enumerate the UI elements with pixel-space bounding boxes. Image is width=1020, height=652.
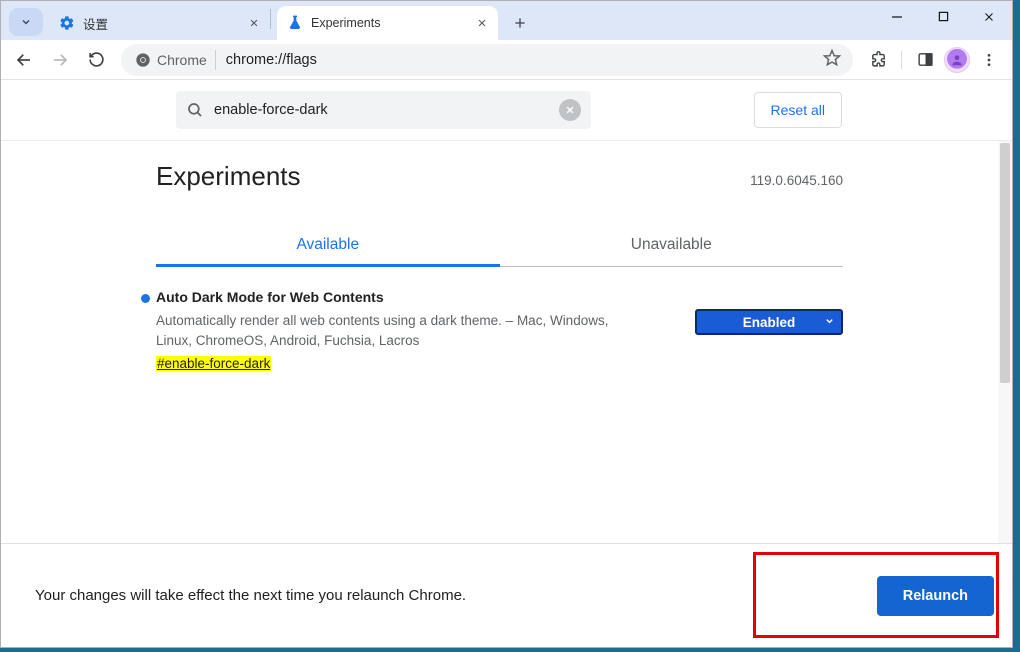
toolbar-right <box>861 44 1006 76</box>
reload-button[interactable] <box>79 44 113 76</box>
reset-all-label: Reset all <box>771 102 825 118</box>
close-icon <box>983 11 995 23</box>
tab-search-button[interactable] <box>9 8 43 36</box>
relaunch-label: Relaunch <box>903 588 968 604</box>
scroll-area: Experiments 119.0.6045.160 Available Una… <box>1 140 1012 543</box>
arrow-right-icon <box>51 51 69 69</box>
tab-available-label: Available <box>296 236 359 253</box>
reset-all-button[interactable]: Reset all <box>754 92 842 128</box>
tab-label: 设置 <box>83 14 246 33</box>
flag-status-dot <box>141 294 150 303</box>
tab-unavailable-label: Unavailable <box>631 236 712 253</box>
flag-value-label: Enabled <box>743 315 796 330</box>
address-bar-url: chrome://flags <box>226 52 813 68</box>
chevron-down-icon <box>20 16 32 28</box>
clear-search-button[interactable] <box>559 99 581 121</box>
profile-avatar-button[interactable] <box>944 47 970 73</box>
flag-item: Auto Dark Mode for Web Contents Automati… <box>141 289 843 373</box>
version-label: 119.0.6045.160 <box>750 173 843 188</box>
page-content: Reset all Experiments 119.0.6045.160 Ava… <box>1 80 1012 647</box>
extensions-button[interactable] <box>861 44 895 76</box>
menu-button[interactable] <box>972 44 1006 76</box>
experiments-inner: Experiments 119.0.6045.160 Available Una… <box>1 141 998 373</box>
tab-close-button[interactable] <box>246 15 262 31</box>
close-icon <box>565 105 575 115</box>
arrow-left-icon <box>15 51 33 69</box>
tab-label: Experiments <box>311 16 474 30</box>
plus-icon <box>513 16 527 30</box>
sidepanel-button[interactable] <box>908 44 942 76</box>
gear-icon <box>59 15 75 31</box>
restart-message: Your changes will take effect the next t… <box>35 587 466 604</box>
site-chip-label: Chrome <box>157 52 207 68</box>
window-close-button[interactable] <box>966 1 1012 32</box>
avatar-icon <box>950 53 964 67</box>
flag-title: Auto Dark Mode for Web Contents <box>156 289 675 305</box>
header-row: Experiments 119.0.6045.160 <box>1 161 998 192</box>
chrome-icon <box>135 52 151 68</box>
reload-icon <box>88 51 105 68</box>
bookmark-button[interactable] <box>823 49 841 71</box>
search-row: Reset all <box>1 80 1012 140</box>
forward-button[interactable] <box>43 44 77 76</box>
restart-bar: Your changes will take effect the next t… <box>1 543 1012 647</box>
chevron-down-icon <box>824 315 835 330</box>
tab-separator <box>270 9 271 29</box>
window-minimize-button[interactable] <box>874 1 920 32</box>
window-maximize-button[interactable] <box>920 1 966 32</box>
star-icon <box>823 49 841 67</box>
browser-tab-experiments[interactable]: Experiments <box>277 6 498 40</box>
minimize-icon <box>891 11 903 23</box>
flag-body: Auto Dark Mode for Web Contents Automati… <box>156 289 695 373</box>
back-button[interactable] <box>7 44 41 76</box>
flag-description: Automatically render all web contents us… <box>156 311 636 350</box>
scrollbar-thumb[interactable] <box>1000 143 1010 383</box>
search-icon <box>186 101 204 119</box>
tab-close-button[interactable] <box>474 15 490 31</box>
flask-icon <box>287 15 303 31</box>
toolbar-divider <box>901 51 902 69</box>
panel-icon <box>917 51 934 68</box>
flag-anchor-link[interactable]: #enable-force-dark <box>156 356 271 371</box>
title-bar: 设置 Experiments <box>1 1 1012 40</box>
content-tabs: Available Unavailable <box>156 226 843 267</box>
browser-window: 设置 Experiments <box>0 0 1013 648</box>
close-icon <box>477 18 487 28</box>
site-chip[interactable]: Chrome <box>133 50 216 70</box>
flag-control: Enabled <box>695 289 843 373</box>
flags-search-input[interactable] <box>214 102 549 118</box>
relaunch-button[interactable]: Relaunch <box>877 576 994 616</box>
tab-unavailable[interactable]: Unavailable <box>500 226 844 266</box>
puzzle-icon <box>870 51 887 68</box>
maximize-icon <box>938 11 949 22</box>
page-title: Experiments <box>156 161 301 192</box>
browser-tab-settings[interactable]: 设置 <box>49 6 270 40</box>
scrollbar-track[interactable] <box>998 141 1012 543</box>
address-bar[interactable]: Chrome chrome://flags <box>121 44 853 76</box>
flags-search-box[interactable] <box>176 91 591 129</box>
kebab-icon <box>981 52 997 68</box>
new-tab-button[interactable] <box>506 9 534 37</box>
window-controls <box>874 1 1012 32</box>
toolbar: Chrome chrome://flags <box>1 40 1012 80</box>
close-icon <box>249 18 259 28</box>
flag-value-select[interactable]: Enabled <box>695 309 843 335</box>
tab-available[interactable]: Available <box>156 226 500 266</box>
